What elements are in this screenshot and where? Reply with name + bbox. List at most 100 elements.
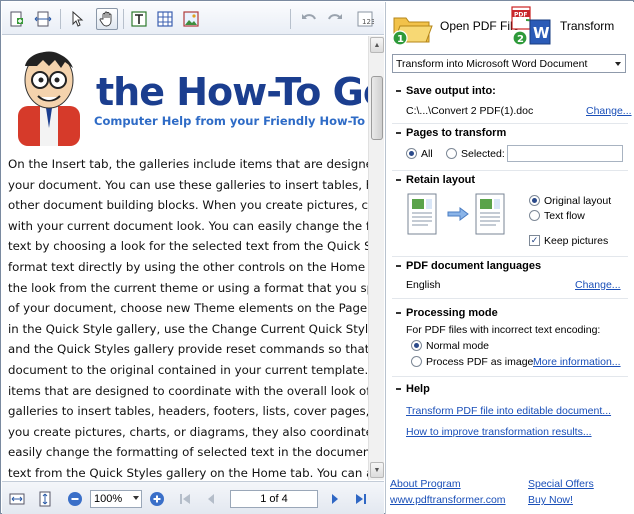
zoom-value: 100% — [94, 493, 123, 505]
step-2-label: 2 — [517, 34, 524, 45]
redo-icon[interactable] — [324, 8, 346, 30]
document-line: the look from the current theme or using… — [8, 280, 368, 295]
help-link-improve[interactable]: How to improve transformation results... — [406, 426, 592, 438]
next-page-icon[interactable] — [326, 490, 344, 508]
hand-tool-icon[interactable] — [96, 8, 118, 30]
special-offers-link[interactable]: Special Offers — [528, 478, 594, 490]
document-text: On the Insert tab, the galleries include… — [8, 154, 368, 480]
more-info-link[interactable]: More information... — [533, 356, 621, 368]
collapse-icon[interactable] — [396, 132, 401, 134]
zoom-select[interactable]: 100% — [90, 490, 142, 508]
section-processing[interactable]: Processing mode — [386, 306, 634, 321]
collapse-icon[interactable] — [396, 388, 401, 390]
open-pdf-button[interactable]: 1 Open PDF File — [390, 4, 519, 48]
document-line: document to the original contained in yo… — [8, 362, 368, 377]
zoom-out-icon[interactable] — [66, 490, 84, 508]
conversion-type-select[interactable]: Transform into Microsoft Word Document — [392, 54, 626, 73]
step-1-label: 1 — [397, 34, 404, 45]
text-tool-icon[interactable] — [128, 8, 150, 30]
image-tool-icon[interactable] — [180, 8, 202, 30]
collapse-icon[interactable] — [396, 312, 401, 314]
processing-note: For PDF files with incorrect text encodi… — [406, 324, 601, 336]
panel-header: 1 Open PDF File PDF W 2 Transform — [386, 2, 634, 52]
document-line: items that are designed to coordinate wi… — [8, 383, 368, 398]
numbering-icon[interactable]: 123 — [354, 8, 376, 30]
transform-label: Transform — [560, 19, 615, 33]
pages-selected-radio[interactable] — [446, 148, 457, 159]
image-mode-radio[interactable] — [411, 356, 422, 367]
text-flow-radio[interactable] — [529, 210, 540, 221]
navigation-bar: 100% 1 of 4 — [2, 481, 384, 514]
previous-page-icon[interactable] — [202, 490, 220, 508]
about-program-link[interactable]: About Program — [390, 478, 461, 490]
geek-mascot-icon — [18, 51, 80, 146]
vertical-scrollbar[interactable]: ▲ ▼ — [368, 36, 384, 480]
document-viewer: 123 the How-To Geek — [2, 2, 384, 514]
scroll-up-icon[interactable]: ▲ — [370, 37, 384, 53]
website-link[interactable]: www.pdftransformer.com — [390, 494, 506, 506]
chevron-down-icon — [615, 62, 621, 66]
fit-width-icon[interactable] — [32, 8, 54, 30]
text-flow-label: Text flow — [544, 210, 585, 222]
task-panel: 1 Open PDF File PDF W 2 Transform Transf… — [385, 2, 634, 514]
document-line: other document building blocks. When you… — [8, 198, 368, 213]
zoom-in-icon[interactable] — [148, 490, 166, 508]
buy-now-link[interactable]: Buy Now! — [528, 494, 573, 506]
svg-text:PDF: PDF — [514, 12, 527, 19]
svg-text:W: W — [533, 24, 550, 42]
fit-width-nav-icon[interactable] — [8, 490, 26, 508]
open-pdf-label: Open PDF File — [440, 19, 520, 33]
page-indicator[interactable]: 1 of 4 — [230, 490, 318, 508]
pages-all-radio[interactable] — [406, 148, 417, 159]
conversion-type-value: Transform into Microsoft Word Document — [396, 58, 588, 70]
pages-selected-label: Selected: — [461, 148, 505, 160]
pages-selected-input[interactable] — [507, 145, 623, 162]
logo-title: the How-To Geek — [96, 70, 368, 114]
change-language-link[interactable]: Change... — [575, 279, 621, 291]
section-heading: Save output into: — [406, 85, 496, 97]
image-mode-label: Process PDF as image — [426, 356, 534, 368]
keep-pictures-checkbox[interactable]: ✓ — [529, 235, 540, 246]
scroll-thumb[interactable] — [371, 76, 383, 140]
original-layout-radio[interactable] — [529, 195, 540, 206]
section-languages[interactable]: PDF document languages — [386, 259, 634, 274]
last-page-icon[interactable] — [352, 490, 370, 508]
svg-text:123: 123 — [362, 18, 374, 26]
section-help[interactable]: Help — [386, 382, 634, 397]
original-layout-label: Original layout — [544, 195, 612, 207]
undo-icon[interactable] — [298, 8, 320, 30]
add-page-icon[interactable] — [6, 8, 28, 30]
document-line: and the Quick Styles gallery provide res… — [8, 342, 368, 357]
scroll-down-icon[interactable]: ▼ — [370, 462, 384, 478]
change-output-link[interactable]: Change... — [586, 105, 632, 117]
section-save-output[interactable]: Save output into: — [386, 84, 634, 99]
transform-pdf-word-icon: PDF W 2 — [511, 6, 551, 46]
select-arrow-icon[interactable] — [66, 8, 88, 30]
open-folder-icon: 1 — [392, 17, 433, 46]
table-tool-icon[interactable] — [154, 8, 176, 30]
document-line: text from the Quick Styles gallery on th… — [8, 465, 368, 480]
help-link-transform[interactable]: Transform PDF file into editable documen… — [406, 405, 611, 417]
document-line: On the Insert tab, the galleries include… — [8, 157, 368, 171]
transform-button[interactable]: PDF W 2 Transform — [510, 4, 614, 48]
section-pages[interactable]: Pages to transform — [386, 126, 634, 141]
section-retain-layout[interactable]: Retain layout — [386, 173, 634, 188]
viewer-toolbar: 123 — [2, 2, 384, 35]
document-line: easily change the formatting of selected… — [8, 445, 368, 460]
options-pane: Save output into: C:\...\Convert 2 PDF(1… — [386, 78, 634, 472]
document-page[interactable]: the How-To Geek Computer Help from your … — [2, 36, 368, 480]
document-line: text by choosing a look for the selected… — [8, 239, 368, 254]
document-line: you create pictures, charts, or diagrams… — [8, 424, 368, 439]
collapse-icon[interactable] — [396, 265, 401, 267]
chevron-down-icon — [133, 496, 139, 500]
collapse-icon[interactable] — [396, 179, 401, 181]
app-window: 123 the How-To Geek — [0, 0, 634, 514]
document-line: in the Quick Style gallery, use the Chan… — [8, 321, 368, 336]
language-value: English — [406, 279, 441, 291]
normal-mode-radio[interactable] — [411, 340, 422, 351]
collapse-icon[interactable] — [396, 90, 401, 92]
first-page-icon[interactable] — [176, 490, 194, 508]
section-heading: Help — [406, 383, 430, 395]
fit-page-icon[interactable] — [36, 490, 54, 508]
pages-all-label: All — [421, 148, 433, 160]
